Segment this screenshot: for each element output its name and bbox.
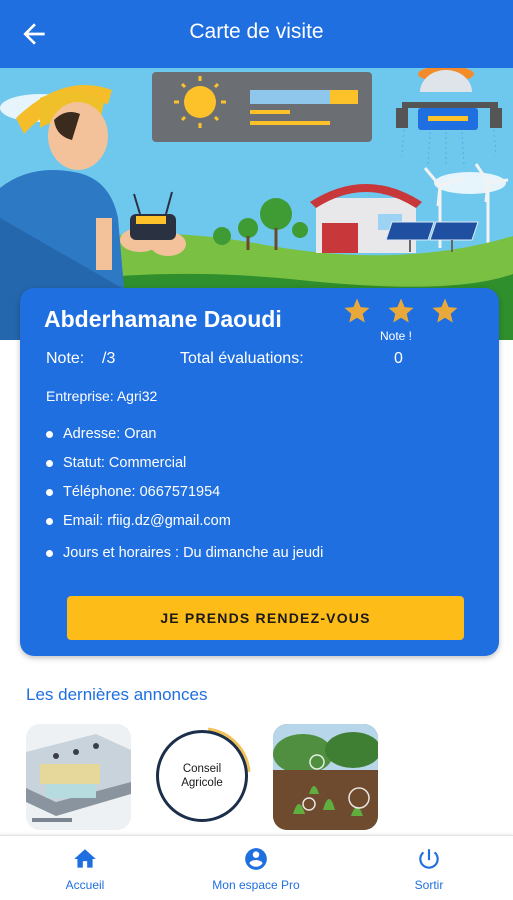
business-card: Abderhamane Daoudi Note ! Note: /3 Total… (20, 288, 499, 656)
rating-value: /3 (102, 350, 116, 367)
rate-link[interactable]: Note ! (380, 329, 412, 343)
detail-label: Email: (63, 513, 104, 529)
detail-value: Du dimanche au jeudi (183, 545, 324, 561)
bullet-icon (46, 517, 53, 525)
app-bar: Carte de visite (0, 0, 513, 68)
star-icon[interactable] (386, 296, 416, 326)
address-item: Adresse: Oran (46, 426, 156, 442)
ad-thumbnail[interactable] (26, 724, 131, 830)
star-icon[interactable] (430, 296, 460, 326)
nav-logout[interactable]: Sortir (389, 846, 469, 892)
power-icon (419, 849, 439, 869)
nav-label: Mon espace Pro (212, 878, 300, 892)
nav-label: Accueil (65, 878, 105, 892)
email-value[interactable]: rfiig.dz@gmail.com (107, 513, 231, 529)
latest-ads-list: Conseil Agricole (26, 724, 513, 830)
detail-label: Téléphone: (63, 484, 136, 500)
latest-ads-title: Les dernières annonces (26, 685, 208, 704)
logo-line: Conseil (182, 763, 222, 775)
bullet-icon (46, 430, 53, 438)
detail-value: Commercial (108, 455, 187, 471)
logo-line: Agricole (181, 777, 223, 789)
bullet-icon (46, 488, 53, 496)
page-title: Carte de visite (189, 20, 324, 43)
detail-label: Jours et horaires : (63, 545, 180, 561)
nav-home[interactable]: Accueil (45, 846, 125, 892)
greenhouse-illustration (26, 724, 131, 830)
phone-value[interactable]: 0667571954 (140, 484, 221, 500)
total-evaluations-label: Total évaluations: (180, 350, 304, 367)
bottom-navigation: Accueil Mon espace Pro Sortir (0, 835, 513, 900)
rating-label: Note: (46, 350, 85, 367)
detail-value: Oran (124, 426, 157, 442)
smart-farming-photo (273, 724, 378, 830)
detail-label: Adresse: (63, 426, 121, 442)
email-item: Email: rfiig.dz@gmail.com (46, 513, 231, 529)
detail-label: Statut: (63, 455, 105, 471)
hours-item: Jours et horaires : Du dimanche au jeudi (46, 545, 323, 561)
book-appointment-button[interactable]: JE PRENDS RENDEZ-VOUS (67, 596, 464, 640)
bullet-icon (46, 459, 53, 467)
contact-name: Abderhamane Daoudi (44, 306, 282, 332)
status-item: Statut: Commercial (46, 455, 186, 471)
account-circle-icon (245, 848, 267, 870)
conseil-agricole-logo: Conseil Agricole (156, 730, 248, 822)
star-icon[interactable] (342, 296, 372, 326)
phone-item: Téléphone: 0667571954 (46, 484, 220, 500)
total-evaluations-value: 0 (394, 350, 403, 367)
home-icon (74, 849, 96, 868)
company-name: Entreprise: Agri32 (46, 388, 158, 404)
rating-stars[interactable] (342, 296, 462, 326)
bullet-icon (46, 549, 53, 557)
nav-label: Sortir (414, 878, 444, 892)
ad-thumbnail[interactable]: Conseil Agricole (150, 724, 255, 830)
nav-pro-space[interactable]: Mon espace Pro (201, 846, 311, 892)
ad-thumbnail[interactable] (273, 724, 378, 830)
